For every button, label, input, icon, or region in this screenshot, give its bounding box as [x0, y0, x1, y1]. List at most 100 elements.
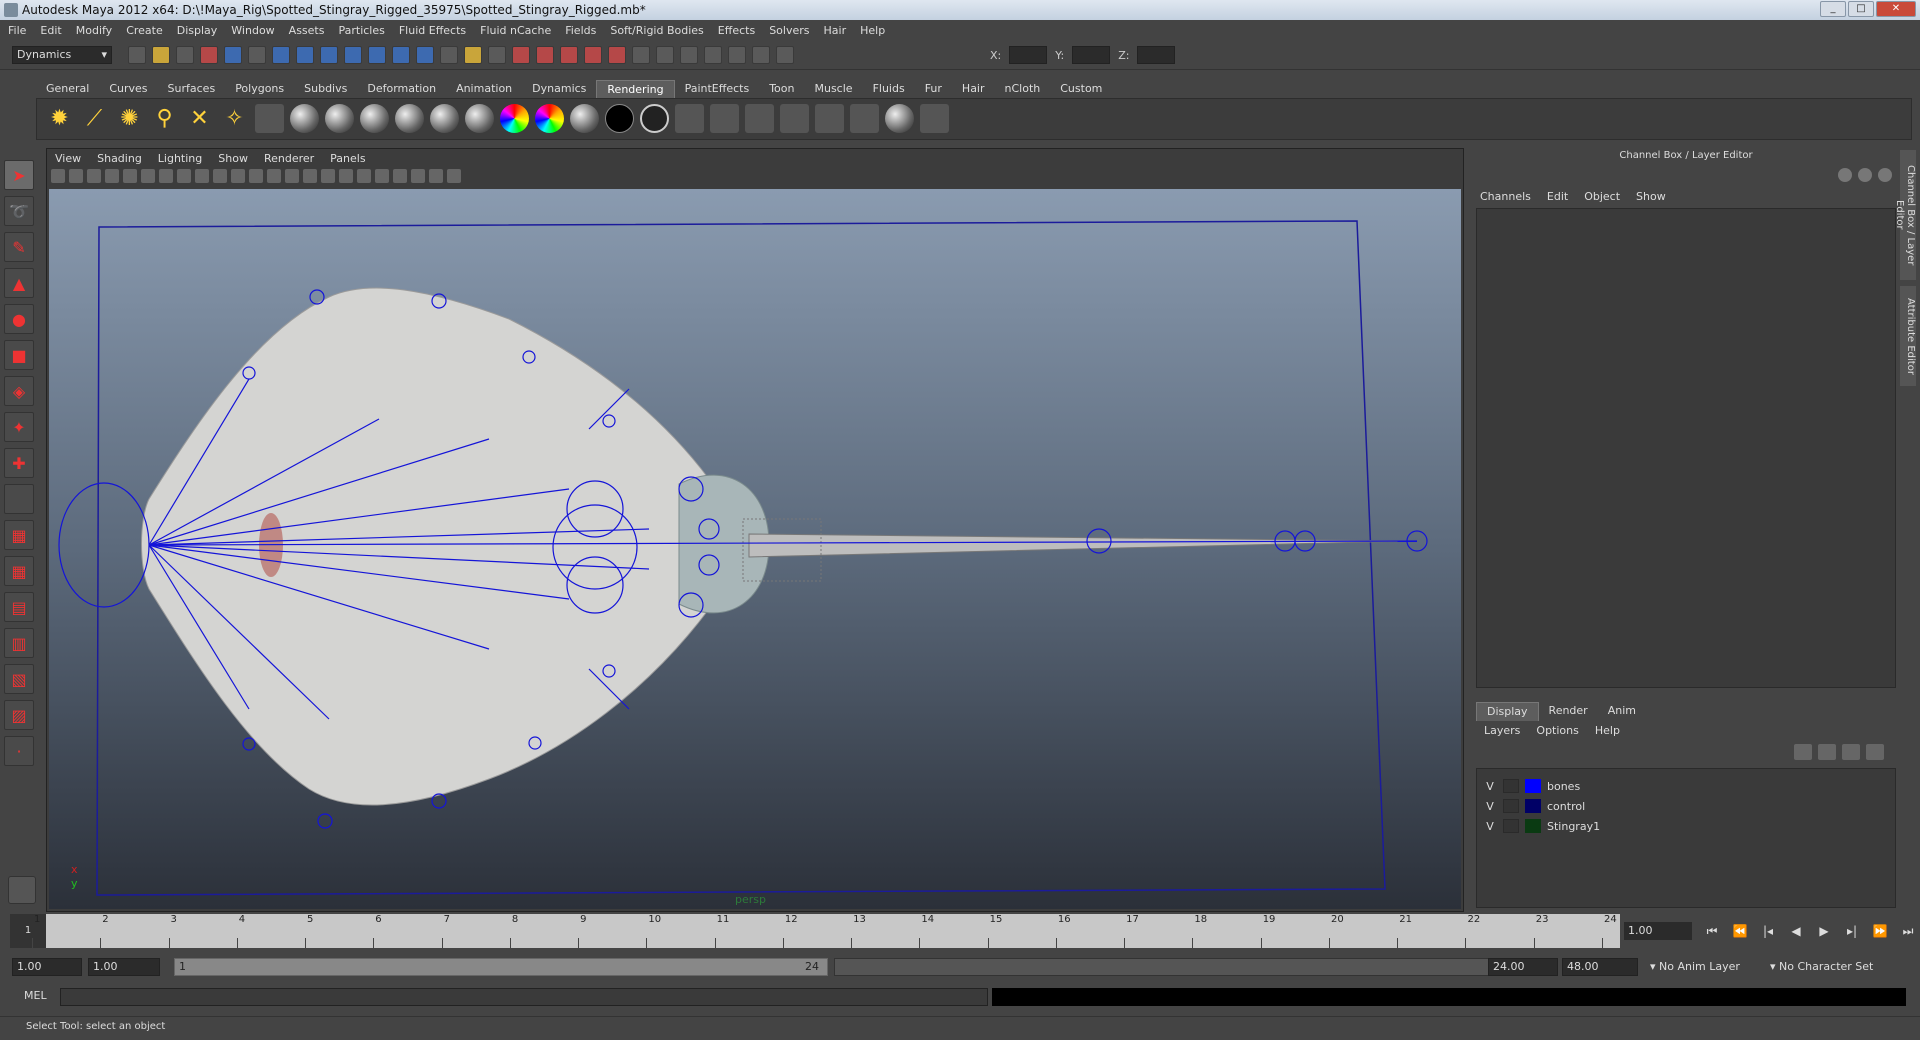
quick-layout-button[interactable]	[8, 876, 36, 904]
start-time-field[interactable]: 1.00	[12, 958, 82, 976]
mental-ray-material-icon[interactable]	[885, 104, 914, 133]
select-camera-icon[interactable]	[51, 169, 65, 183]
select-by-hierarchy-icon[interactable]	[200, 46, 218, 64]
single-perspective-layout-icon[interactable]: ▦	[4, 520, 34, 550]
shelf-tab-fur[interactable]: Fur	[915, 80, 952, 98]
toon-shader-icon[interactable]	[640, 104, 669, 133]
maximize-button[interactable]: □	[1848, 1, 1874, 17]
new-scene-icon[interactable]	[128, 46, 146, 64]
ipr-render-shelf-icon[interactable]	[780, 104, 809, 133]
ramp-shader-icon[interactable]	[500, 104, 529, 133]
viewport-menu-lighting[interactable]: Lighting	[158, 151, 202, 167]
grid-toggle-icon[interactable]	[159, 169, 173, 183]
channel-box-toggle-icon[interactable]	[1838, 168, 1852, 182]
shelf-tab-general[interactable]: General	[36, 80, 99, 98]
maya-app-icon[interactable]	[4, 3, 18, 17]
last-tool-icon[interactable]	[4, 484, 34, 514]
range-slider[interactable]: 1 24	[174, 958, 828, 976]
play-backwards-icon[interactable]: ◀	[1786, 922, 1806, 940]
move-layer-down-icon[interactable]	[1818, 744, 1836, 760]
menu-set-select[interactable]: Dynamics	[12, 46, 112, 64]
channel-box-menu-show[interactable]: Show	[1636, 190, 1666, 203]
go-to-start-icon[interactable]: ⏮	[1702, 922, 1722, 940]
channel-box-menu-channels[interactable]: Channels	[1480, 190, 1531, 203]
shelf-tab-rendering[interactable]: Rendering	[596, 80, 675, 98]
playback-end-field[interactable]: 24.00	[1488, 958, 1558, 976]
construction-history-icon[interactable]	[680, 46, 698, 64]
layer-type-toggle[interactable]	[1503, 819, 1519, 833]
textured-icon[interactable]	[339, 169, 353, 183]
use-background-icon[interactable]	[605, 104, 634, 133]
anisotropic-material-icon[interactable]	[290, 104, 319, 133]
play-forwards-icon[interactable]: ▶	[1814, 922, 1834, 940]
menu-hair[interactable]: Hair	[824, 24, 847, 37]
menu-display[interactable]: Display	[177, 24, 218, 37]
xray-icon[interactable]	[411, 169, 425, 183]
scale-tool-icon[interactable]: ■	[4, 340, 34, 370]
ipr-render-icon[interactable]	[728, 46, 746, 64]
layer-editor-toggle-icon[interactable]	[1858, 168, 1872, 182]
render-settings-icon[interactable]	[752, 46, 770, 64]
xray-components-icon[interactable]	[447, 169, 461, 183]
phonge-material-icon[interactable]	[465, 104, 494, 133]
make-live-icon[interactable]	[608, 46, 626, 64]
render-diagnostics-icon[interactable]	[850, 104, 879, 133]
menu-file[interactable]: File	[8, 24, 26, 37]
snap-to-grid-icon[interactable]	[512, 46, 530, 64]
select-handles-icon[interactable]	[272, 46, 290, 64]
shelf-tab-fluids[interactable]: Fluids	[863, 80, 915, 98]
layer-color-swatch[interactable]	[1525, 779, 1541, 793]
close-button[interactable]: ✕	[1876, 1, 1916, 17]
snap-to-point-icon[interactable]	[560, 46, 578, 64]
mel-input[interactable]	[60, 988, 988, 1006]
safe-title-icon[interactable]	[267, 169, 281, 183]
menu-window[interactable]: Window	[231, 24, 274, 37]
menu-effects[interactable]: Effects	[718, 24, 755, 37]
perspective-viewport[interactable]: x y persp	[49, 189, 1461, 909]
new-empty-layer-icon[interactable]	[1842, 744, 1860, 760]
layer-type-toggle[interactable]	[1503, 799, 1519, 813]
point-light-icon[interactable]: ✺	[115, 104, 144, 133]
end-time-field[interactable]: 48.00	[1562, 958, 1638, 976]
shelf-tab-subdivs[interactable]: Subdivs	[294, 80, 357, 98]
resolution-gate-icon[interactable]	[195, 169, 209, 183]
wireframe-on-shaded-icon[interactable]	[321, 169, 335, 183]
channel-box-menu-object[interactable]: Object	[1584, 190, 1620, 203]
channel-box-area[interactable]	[1476, 208, 1896, 688]
safe-action-icon[interactable]	[249, 169, 263, 183]
snap-to-view-plane-icon[interactable]	[584, 46, 602, 64]
hypershade-icon[interactable]	[776, 46, 794, 64]
go-to-end-icon[interactable]: ⏭	[1898, 922, 1918, 940]
highlight-selection-icon[interactable]	[488, 46, 506, 64]
menu-particles[interactable]: Particles	[338, 24, 384, 37]
layer-visibility-toggle[interactable]: V	[1483, 820, 1497, 833]
character-set-dropdown[interactable]: ▾ No Character Set	[1770, 958, 1873, 976]
shelf-tab-toon[interactable]: Toon	[759, 80, 804, 98]
layer-visibility-toggle[interactable]: V	[1483, 780, 1497, 793]
camera-attributes-icon[interactable]	[69, 169, 83, 183]
time-slider[interactable]: 1 1 2 3 4 5 6 7 8 9 10 11 12 13 14 15 16 17 18 19 20 21 22 23 2…	[10, 914, 1620, 948]
side-tab-channel-box[interactable]: Channel Box / Layer Editor	[1894, 150, 1916, 280]
menu-fields[interactable]: Fields	[565, 24, 596, 37]
layer-color-swatch[interactable]	[1525, 819, 1541, 833]
shelf-tab-muscle[interactable]: Muscle	[804, 80, 862, 98]
channel-box-settings-icon[interactable]	[1878, 168, 1892, 182]
film-gate-icon[interactable]	[177, 169, 191, 183]
select-dynamics-icon[interactable]	[392, 46, 410, 64]
paint-select-tool-icon[interactable]: ✎	[4, 232, 34, 262]
graph-editor-layout-icon[interactable]: ▨	[4, 700, 34, 730]
render-current-frame-icon[interactable]	[704, 46, 722, 64]
layer-menu-help[interactable]: Help	[1595, 724, 1620, 737]
new-layer-from-selected-icon[interactable]	[1866, 744, 1884, 760]
side-tab-attribute-editor[interactable]: Attribute Editor	[1900, 286, 1916, 386]
playback-start-field[interactable]: 1.00	[88, 958, 160, 976]
layer-menu-layers[interactable]: Layers	[1484, 724, 1520, 737]
lock-selection-icon[interactable]	[464, 46, 482, 64]
menu-solvers[interactable]: Solvers	[769, 24, 809, 37]
x-field[interactable]	[1009, 46, 1048, 64]
phong-material-icon[interactable]	[430, 104, 459, 133]
grease-pencil-icon[interactable]	[141, 169, 155, 183]
spot-light-icon[interactable]: ⚲	[150, 104, 179, 133]
layer-color-swatch[interactable]	[1525, 799, 1541, 813]
layer-type-toggle[interactable]	[1503, 779, 1519, 793]
